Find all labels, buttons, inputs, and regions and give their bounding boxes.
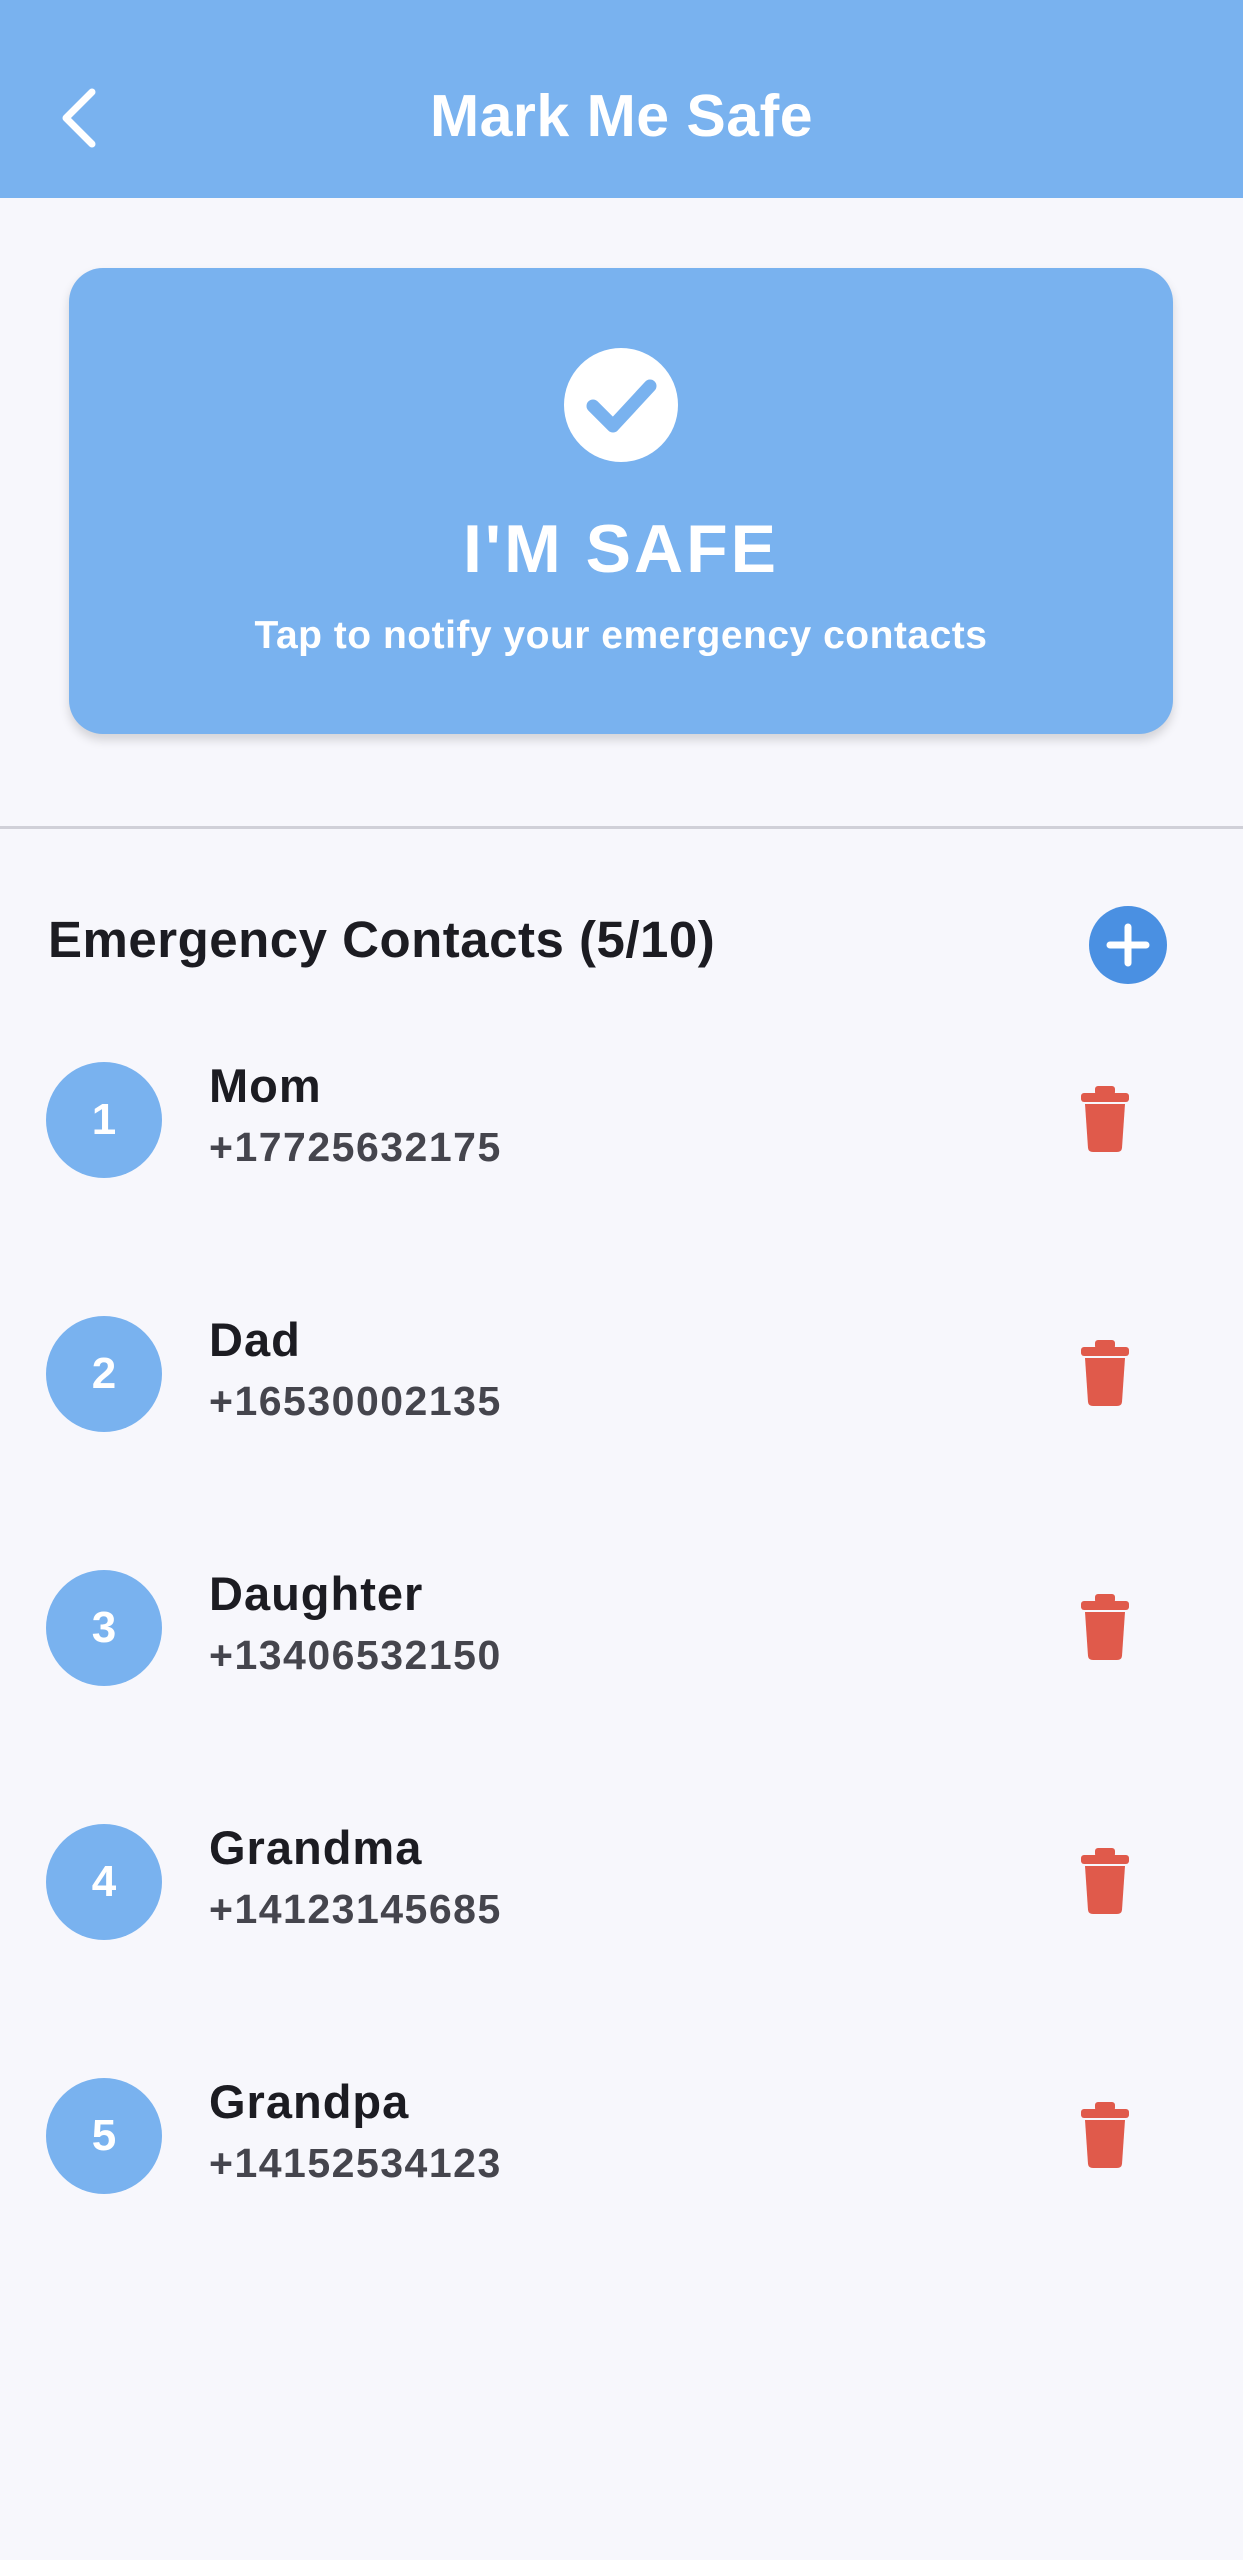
safe-subtitle: Tap to notify your emergency contacts (254, 614, 988, 657)
delete-contact-button[interactable] (1077, 1846, 1133, 1916)
delete-contact-button[interactable] (1077, 1338, 1133, 1408)
safe-title: I'M SAFE (463, 511, 779, 587)
trash-icon (1077, 1592, 1133, 1662)
delete-contact-button[interactable] (1077, 1592, 1133, 1662)
page-title: Mark Me Safe (429, 83, 814, 149)
contact-row: 1 Mom +17725632175 (0, 1040, 1243, 1200)
contact-row: 2 Dad +16530002135 (0, 1294, 1243, 1454)
contact-number-badge: 5 (46, 2078, 162, 2194)
trash-icon (1077, 1846, 1133, 1916)
contact-name: Mom (209, 1059, 322, 1112)
section-divider (0, 826, 1243, 829)
add-contact-button[interactable] (1089, 906, 1167, 984)
contact-row: 5 Grandpa +14152534123 (0, 2056, 1243, 2216)
trash-icon (1077, 2100, 1133, 2170)
contact-name: Daughter (209, 1567, 424, 1620)
trash-icon (1077, 1084, 1133, 1154)
app-header: Mark Me Safe (0, 0, 1243, 198)
contact-phone: +17725632175 (209, 1124, 502, 1170)
contact-phone: +16530002135 (209, 1378, 502, 1424)
check-circle-icon (564, 348, 678, 462)
contact-number-badge: 1 (46, 1062, 162, 1178)
delete-contact-button[interactable] (1077, 1084, 1133, 1154)
contact-phone: +14123145685 (209, 1886, 502, 1932)
delete-contact-button[interactable] (1077, 2100, 1133, 2170)
contact-number-badge: 3 (46, 1570, 162, 1686)
contact-name: Grandpa (209, 2075, 410, 2128)
contact-row: 3 Daughter +13406532150 (0, 1548, 1243, 1708)
contact-number-badge: 2 (46, 1316, 162, 1432)
contact-number-badge: 4 (46, 1824, 162, 1940)
contacts-heading: Emergency Contacts (5/10) (48, 911, 716, 968)
contact-phone: +13406532150 (209, 1632, 502, 1678)
contact-name: Grandma (209, 1821, 423, 1874)
contact-phone: +14152534123 (209, 2140, 502, 2186)
contact-row: 4 Grandma +14123145685 (0, 1802, 1243, 1962)
contact-name: Dad (209, 1313, 301, 1366)
trash-icon (1077, 1338, 1133, 1408)
im-safe-button[interactable]: I'M SAFE Tap to notify your emergency co… (69, 268, 1173, 734)
